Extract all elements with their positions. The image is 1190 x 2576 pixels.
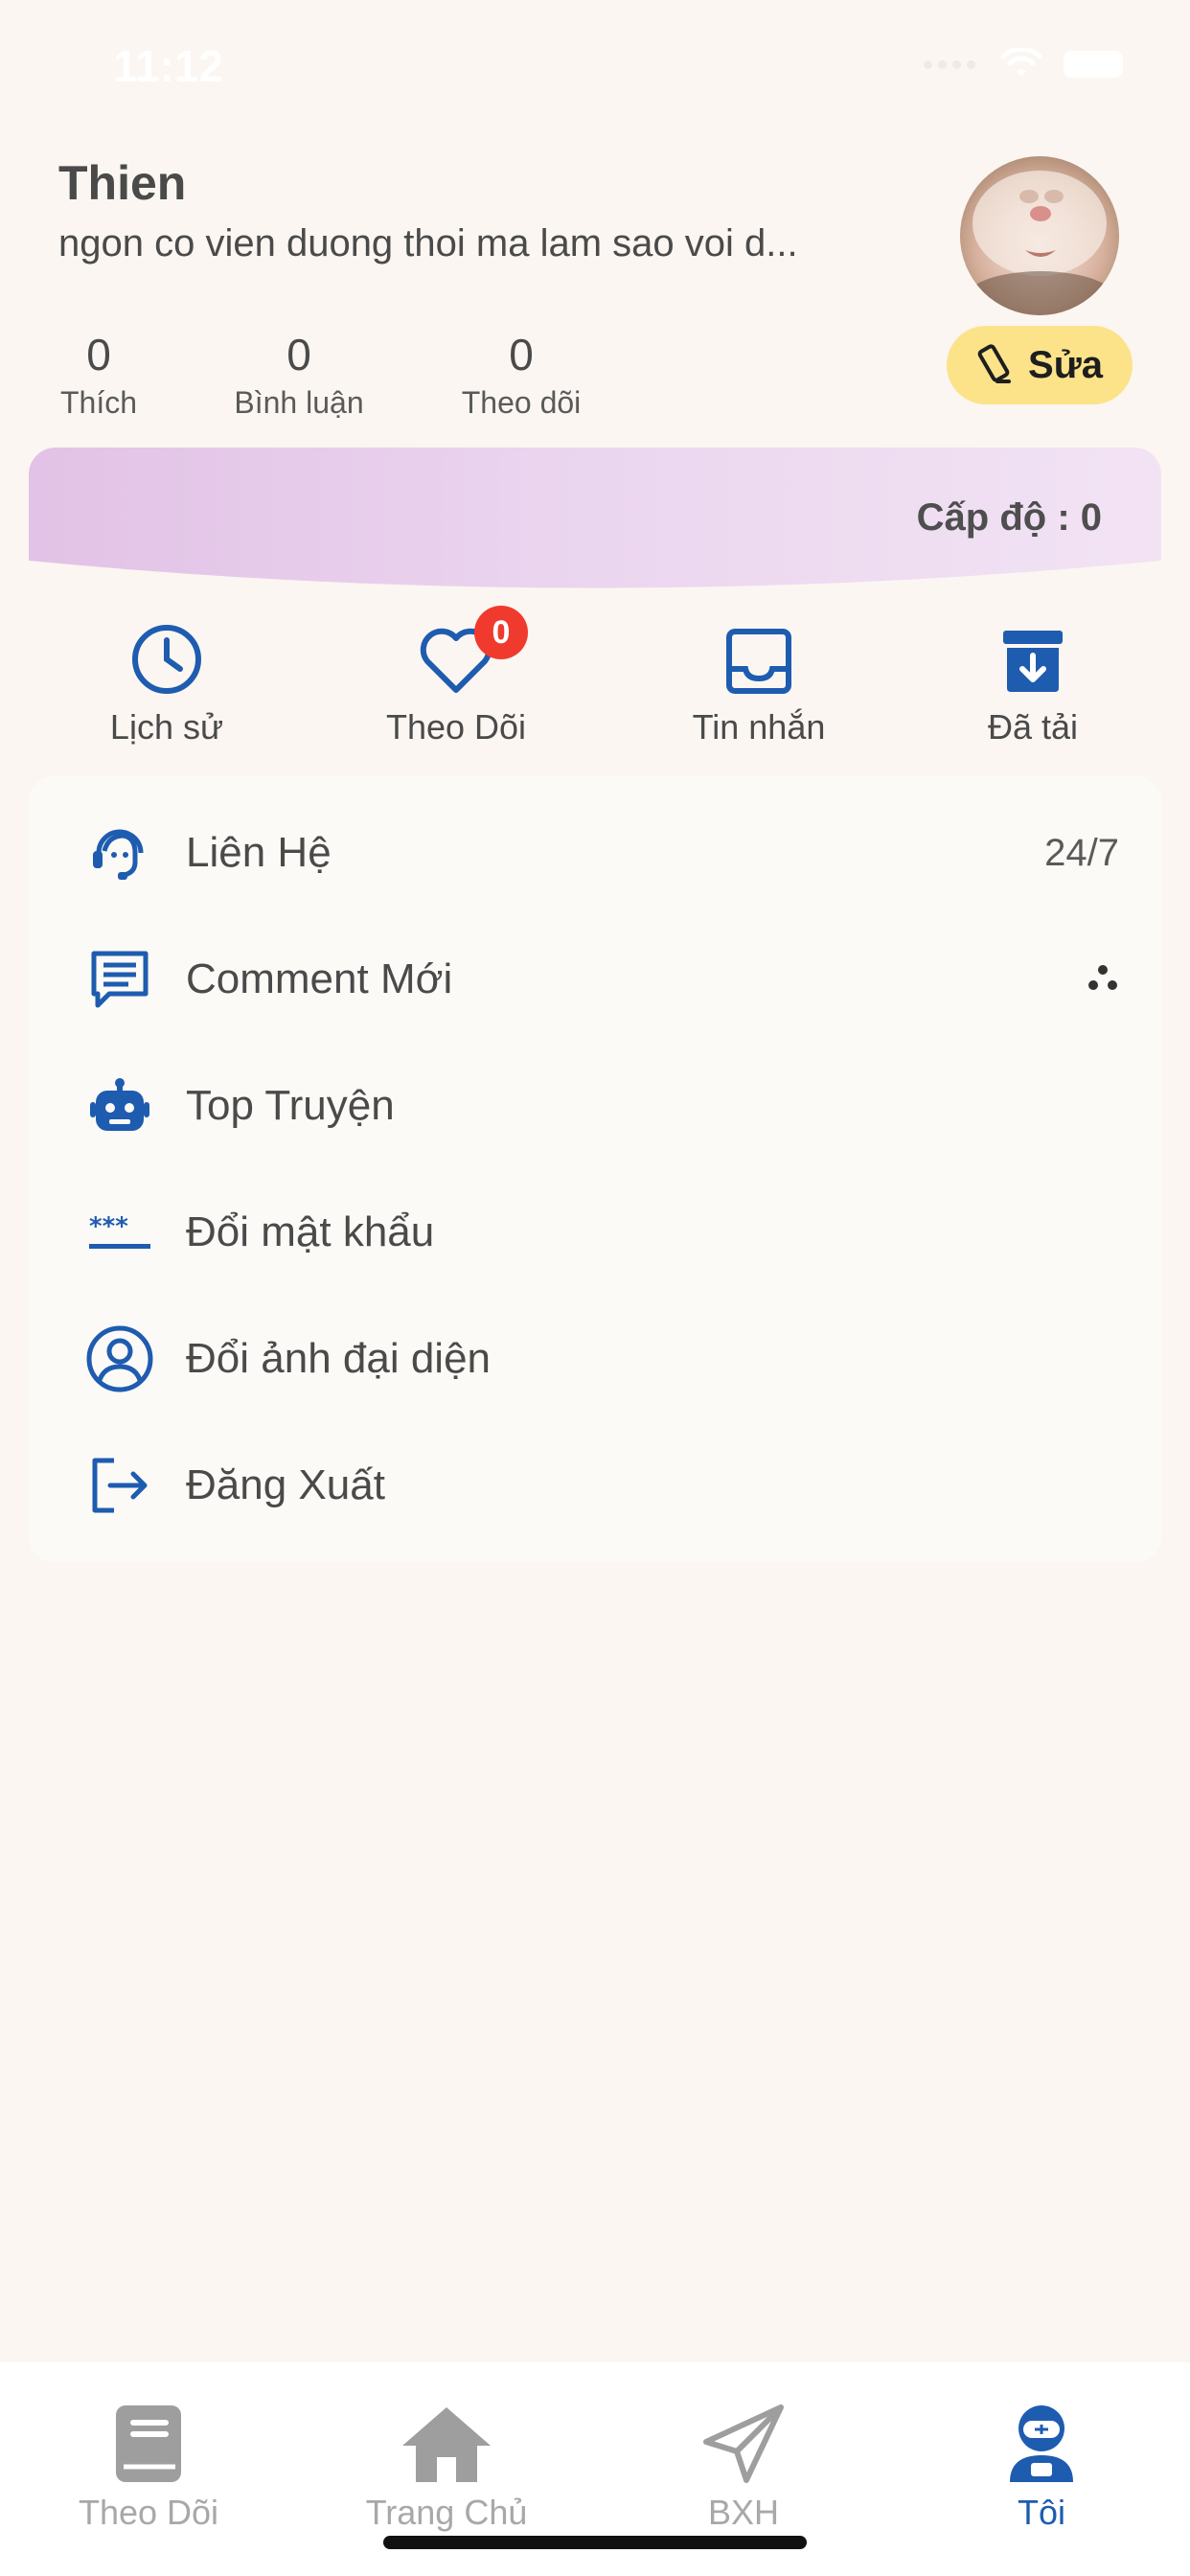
book-icon <box>116 2405 181 2482</box>
tab-me[interactable]: Tôi <box>927 2401 1156 2533</box>
support-agent-icon <box>93 829 144 880</box>
follow-count-badge: 0 <box>474 606 528 659</box>
menu-item-change-avatar-label: Đổi ảnh đại diện <box>186 1335 492 1382</box>
menu-item-logout-label: Đăng Xuất <box>186 1461 385 1508</box>
menu-item-contact-label: Liên Hệ <box>186 829 332 876</box>
quick-action-history[interactable]: Lịch sử <box>61 623 272 748</box>
edit-profile-button[interactable]: Sửa <box>947 326 1133 404</box>
menu-item-top-stories-label: Top Truyện <box>186 1082 395 1129</box>
svg-text:***: *** <box>89 1213 128 1241</box>
menu-card: Liên Hệ 24/7 Comment Mới Top Truyện *** … <box>29 776 1161 1562</box>
tab-following-label: Theo Dõi <box>78 2493 219 2532</box>
level-text: Cấp độ : 0 <box>916 496 1102 539</box>
astronaut-icon <box>1010 2405 1073 2482</box>
comment-icon <box>91 951 149 1008</box>
quick-action-history-label: Lịch sử <box>109 707 224 747</box>
status-icons <box>924 48 1123 80</box>
logout-icon <box>92 1458 148 1513</box>
quick-action-messages-label: Tin nhắn <box>692 707 826 747</box>
battery-icon <box>1064 51 1123 78</box>
paper-plane-icon <box>703 2404 784 2483</box>
wifi-icon <box>1000 48 1042 77</box>
menu-item-change-password[interactable]: *** Đổi mật khẩu <box>29 1169 1161 1296</box>
home-icon <box>402 2407 491 2482</box>
menu-item-change-avatar[interactable]: Đổi ảnh đại diện <box>29 1296 1161 1422</box>
password-icon: *** <box>89 1213 150 1249</box>
stat-following-value: 0 <box>509 330 534 380</box>
quick-action-downloads-label: Đã tải <box>987 707 1079 747</box>
dots-icon <box>1088 964 1117 990</box>
edit-profile-label: Sửa <box>1028 343 1103 386</box>
tab-ranking-label: BXH <box>707 2493 780 2532</box>
user-bio: ngon co vien duong thoi ma lam sao voi d… <box>58 222 798 264</box>
stat-comments-value: 0 <box>286 330 311 380</box>
menu-item-new-comments-label: Comment Mới <box>186 955 453 1002</box>
clock-icon <box>132 625 201 694</box>
inbox-icon <box>726 629 791 694</box>
tab-me-label: Tôi <box>1017 2493 1065 2532</box>
status-time: 11:12 <box>113 41 224 91</box>
menu-item-logout[interactable]: Đăng Xuất <box>29 1422 1161 1549</box>
quick-action-downloads[interactable]: Đã tải <box>927 623 1138 748</box>
signal-icon <box>924 59 979 69</box>
robot-icon <box>90 1078 149 1131</box>
quick-action-follow[interactable]: Theo Dõi <box>351 623 561 748</box>
quick-action-follow-label: Theo Dõi <box>385 707 527 747</box>
menu-item-contact[interactable]: Liên Hệ 24/7 <box>29 790 1161 916</box>
menu-item-new-comments-more[interactable] <box>1087 958 1119 1001</box>
menu-item-change-password-label: Đổi mật khẩu <box>186 1208 435 1255</box>
stat-likes-label: Thích <box>59 385 138 420</box>
quick-action-messages[interactable]: Tin nhắn <box>653 623 864 748</box>
menu-item-contact-hours: 24/7 <box>1044 831 1119 874</box>
stat-likes-value: 0 <box>86 330 111 380</box>
tab-home[interactable]: Trang Chủ <box>332 2401 561 2533</box>
stat-comments-label: Bình luận <box>234 385 364 420</box>
pencil-icon <box>977 344 1012 383</box>
stat-comments: 0 Bình luận <box>230 328 368 424</box>
menu-item-new-comments[interactable]: Comment Mới <box>29 916 1161 1043</box>
stat-following: 0 Theo dõi <box>456 328 586 424</box>
user-name: Thien <box>58 156 187 210</box>
tab-home-label: Trang Chủ <box>365 2493 528 2532</box>
tab-ranking[interactable]: BXH <box>629 2401 858 2533</box>
avatar-image <box>964 171 1117 315</box>
menu-item-top-stories[interactable]: Top Truyện <box>29 1043 1161 1169</box>
avatar[interactable] <box>960 156 1119 315</box>
download-box-icon <box>1003 631 1063 692</box>
stat-following-label: Theo dõi <box>461 385 582 420</box>
home-indicator <box>383 2536 807 2549</box>
stat-likes: 0 Thích <box>58 328 139 424</box>
user-circle-icon <box>86 1325 153 1392</box>
tab-following[interactable]: Theo Dõi <box>34 2401 263 2533</box>
